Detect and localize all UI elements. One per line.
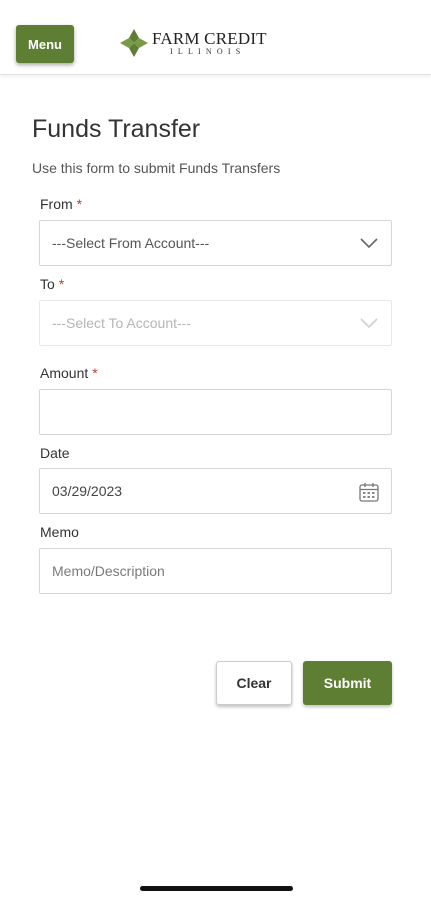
amount-input[interactable] xyxy=(52,390,379,434)
from-account-value: ---Select From Account--- xyxy=(52,235,210,251)
memo-label-text: Memo xyxy=(40,524,79,540)
logo-name: FARM CREDIT xyxy=(152,29,267,48)
to-label: To * xyxy=(40,276,64,292)
clear-button[interactable]: Clear xyxy=(216,661,292,705)
amount-field[interactable] xyxy=(39,389,392,435)
from-label-text: From xyxy=(40,196,73,212)
page-title: Funds Transfer xyxy=(32,115,201,143)
app-header: Menu FARM CREDIT ILLINOIS xyxy=(0,0,431,75)
memo-input[interactable] xyxy=(52,549,379,593)
home-indicator[interactable] xyxy=(140,886,293,891)
from-label: From * xyxy=(40,196,82,212)
chevron-down-icon xyxy=(360,318,378,329)
from-account-select[interactable]: ---Select From Account--- xyxy=(39,220,392,266)
submit-button[interactable]: Submit xyxy=(303,661,392,705)
to-label-text: To xyxy=(40,276,55,292)
date-input[interactable] xyxy=(52,469,379,513)
required-marker: * xyxy=(76,196,83,212)
to-account-select[interactable]: ---Select To Account--- xyxy=(39,300,392,346)
date-label: Date xyxy=(40,445,70,461)
memo-label: Memo xyxy=(40,524,79,540)
calendar-icon[interactable] xyxy=(357,480,381,504)
menu-button[interactable]: Menu xyxy=(16,25,74,63)
date-field[interactable] xyxy=(39,468,392,514)
to-account-value: ---Select To Account--- xyxy=(52,315,192,331)
logo-subtitle: ILLINOIS xyxy=(170,47,246,56)
amount-label: Amount * xyxy=(40,365,98,381)
required-marker: * xyxy=(92,365,98,381)
farm-credit-logo[interactable]: FARM CREDIT ILLINOIS xyxy=(119,27,267,59)
logo-leaf-icon xyxy=(120,29,148,57)
required-marker: * xyxy=(58,276,65,292)
amount-label-text: Amount xyxy=(40,365,89,381)
page-subtitle: Use this form to submit Funds Transfers xyxy=(32,160,281,176)
memo-field[interactable] xyxy=(39,548,392,594)
chevron-down-icon xyxy=(360,238,378,249)
date-label-text: Date xyxy=(40,445,70,461)
